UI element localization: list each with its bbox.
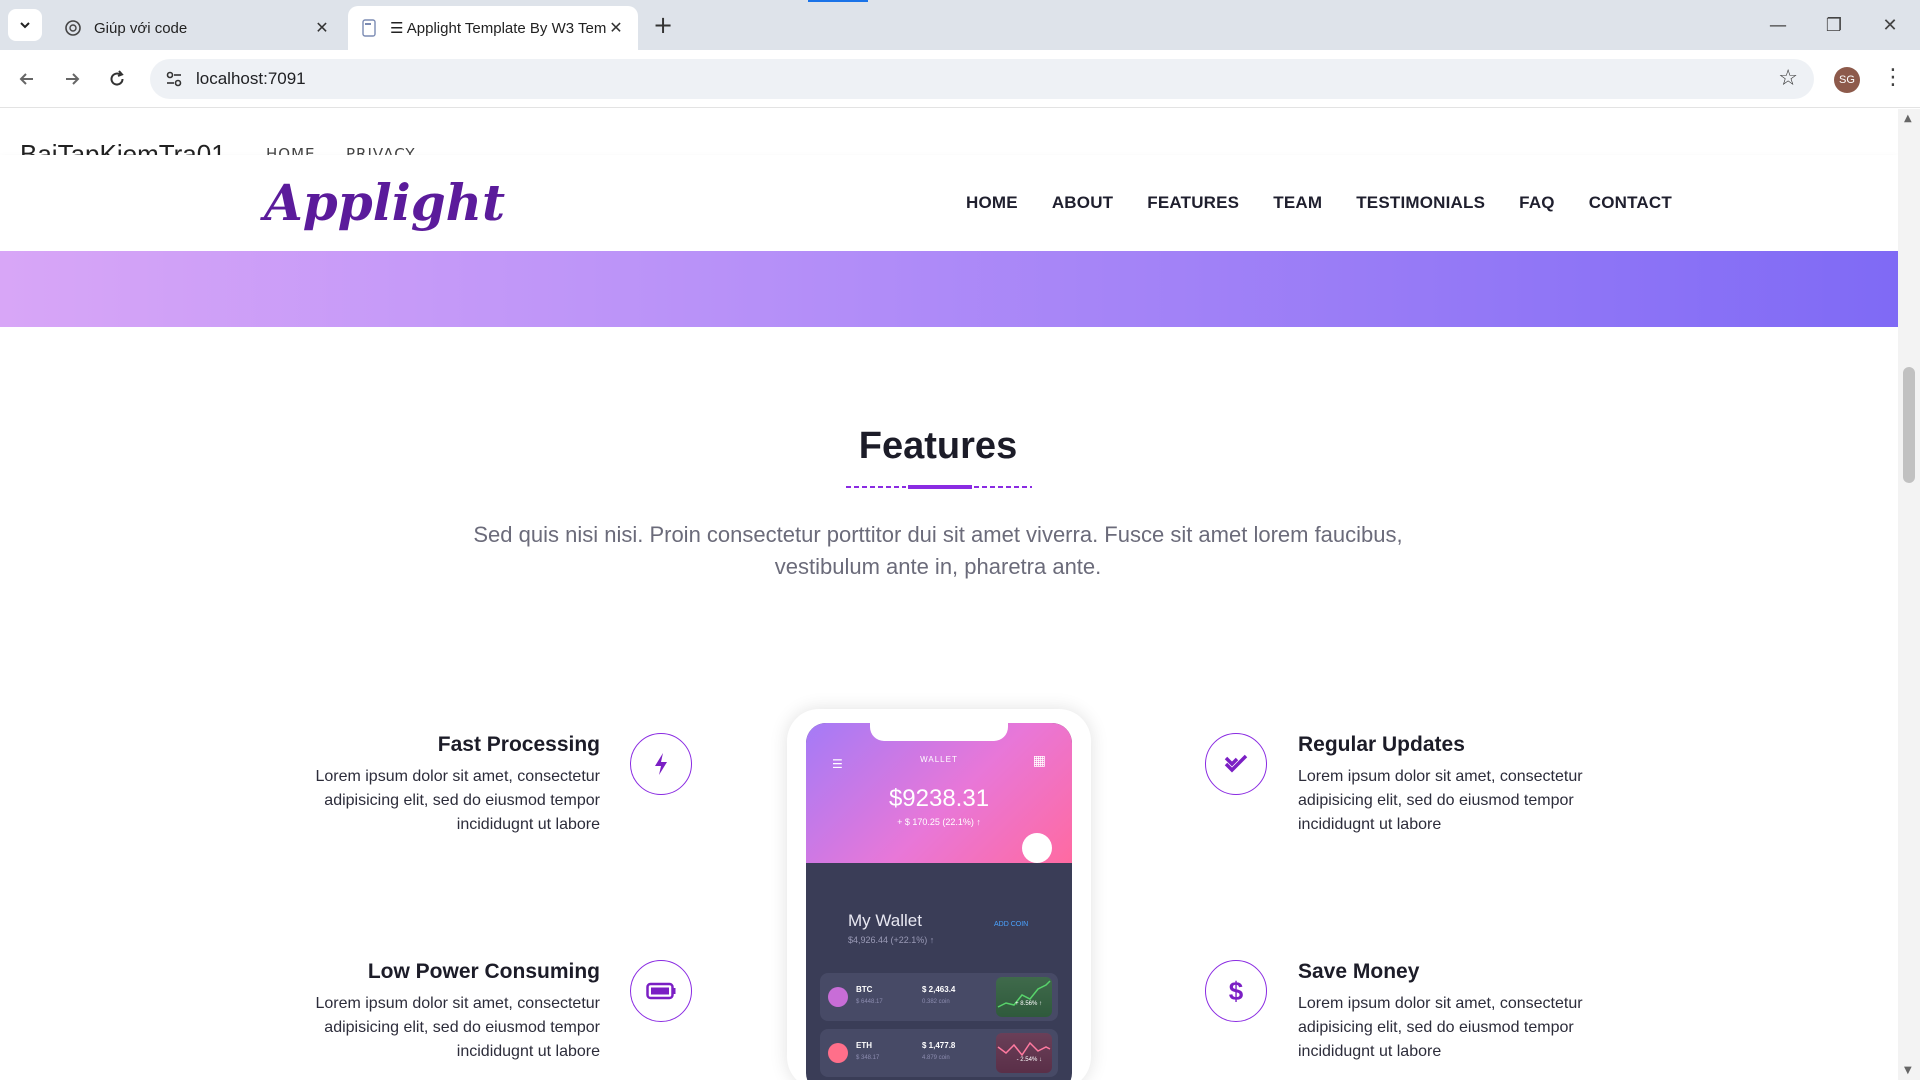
eth-sparkline [996, 1033, 1052, 1073]
battery-icon [630, 960, 692, 1022]
site-logo[interactable]: Applight [264, 173, 505, 232]
chatgpt-icon [65, 20, 81, 36]
bolt-icon [630, 733, 692, 795]
scroll-thumb[interactable] [1903, 367, 1915, 483]
tab-applight[interactable]: ☰ Applight Template By W3 Templates ✕ [348, 6, 638, 50]
coin-amount: 0.382 coin [922, 999, 950, 1005]
arrow-left-icon [19, 73, 33, 85]
coin-value: $ 1,477.8 [922, 1041, 956, 1050]
close-window-button[interactable]: ✕ [1862, 0, 1918, 50]
feature-text: Lorem ipsum dolor sit amet, consectetur … [1298, 768, 1583, 833]
url-text[interactable]: localhost:7091 [196, 69, 306, 89]
nav-testimonials[interactable]: TESTIMONIALS [1356, 193, 1485, 213]
tab-strip: Giúp với code ✕ ☰ Applight Template By W… [0, 0, 1920, 50]
close-tab-icon[interactable]: ✕ [606, 18, 626, 38]
wallet-balance: $9238.31 [888, 785, 990, 812]
coin-amount: 4.879 coin [922, 1055, 950, 1061]
btc-icon [828, 987, 848, 1007]
feature-title: Regular Updates [1298, 733, 1465, 756]
coin-name: ETH [856, 1041, 872, 1050]
coin-pct: + 8.56% ↑ [1015, 1001, 1042, 1007]
feature-text: Lorem ipsum dolor sit amet, consectetur … [315, 995, 600, 1060]
forward-button[interactable] [55, 62, 89, 96]
tab-title: Giúp với code [94, 19, 188, 37]
chevron-down-icon [20, 22, 30, 29]
restore-button[interactable]: ❐ [1806, 0, 1862, 50]
feature-title: Fast Processing [437, 733, 600, 756]
feature-fast-processing: Fast Processing Lorem ipsum dolor sit am… [260, 733, 600, 837]
close-tab-icon[interactable]: ✕ [312, 18, 332, 38]
loading-indicator [808, 0, 868, 2]
wallet-header: ☰ ▦ WALLET $9238.31 + $ 170.25 (22.1%) ↑ [806, 723, 1072, 863]
tab-title: ☰ Applight Template By W3 Templates [390, 20, 606, 37]
feature-title: Low Power Consuming [367, 960, 600, 983]
coin-row-eth: ETH $ 348.17 $ 1,477.8 4.879 coin - 2.54… [820, 1029, 1058, 1077]
minimize-button[interactable]: — [1750, 0, 1806, 50]
nav-faq[interactable]: FAQ [1519, 193, 1555, 213]
page-icon [362, 19, 376, 37]
underlying-navbar: BaiTapKiemTra01 HOME PRIVACY [0, 109, 1898, 169]
refresh-button [1022, 833, 1052, 863]
reload-button[interactable] [100, 62, 134, 96]
coin-value: $ 2,463.4 [922, 985, 956, 994]
double-check-icon [1205, 733, 1267, 795]
arrow-right-icon [66, 73, 80, 85]
tune-icon [166, 71, 182, 87]
site-info-button[interactable] [160, 65, 188, 93]
page-viewport: BaiTapKiemTra01 HOME PRIVACY Applight HO… [0, 109, 1898, 1080]
coin-sub: $ 6448.17 [856, 999, 883, 1005]
address-bar[interactable]: localhost:7091 ☆ [150, 59, 1814, 99]
tab-giup-voi-code[interactable]: Giúp với code ✕ [52, 6, 344, 50]
nav-features[interactable]: FEATURES [1147, 193, 1239, 213]
wallet-change: + $ 170.25 (22.1%) ↑ [897, 817, 981, 827]
phone-mockup: ☰ ▦ WALLET $9238.31 + $ 170.25 (22.1%) ↑… [787, 709, 1091, 1080]
browser-toolbar: localhost:7091 ☆ SG ⋮ [0, 50, 1920, 108]
btc-sparkline [996, 977, 1052, 1017]
dollar-icon: $ [1205, 960, 1267, 1022]
reload-icon [110, 70, 124, 86]
my-wallet-sub: $4,926.44 (+22.1%) ↑ [848, 935, 935, 945]
browser-menu-icon[interactable]: ⋮ [1882, 65, 1904, 90]
title-divider [846, 485, 1032, 489]
feature-title: Save Money [1298, 960, 1420, 983]
nav-team[interactable]: TEAM [1273, 193, 1322, 213]
coin-name: BTC [856, 985, 873, 994]
nav-about[interactable]: ABOUT [1052, 193, 1113, 213]
new-tab-button[interactable]: + [650, 11, 676, 39]
scroll-down-arrow[interactable]: ▼ [1904, 1065, 1912, 1076]
phone-screen: ☰ ▦ WALLET $9238.31 + $ 170.25 (22.1%) ↑… [806, 723, 1072, 1080]
nav-contact[interactable]: CONTACT [1589, 193, 1672, 213]
profile-avatar[interactable]: SG [1834, 67, 1860, 93]
page-scrollbar[interactable]: ▲ ▼ [1898, 109, 1920, 1080]
bookmark-star-icon[interactable]: ☆ [1778, 66, 1798, 91]
feature-text: Lorem ipsum dolor sit amet, consectetur … [1298, 995, 1583, 1060]
eth-icon [828, 1043, 848, 1063]
features-description: Sed quis nisi nisi. Proin consectetur po… [473, 522, 1403, 579]
features-title: Features [858, 425, 1018, 467]
feature-text: Lorem ipsum dolor sit amet, consectetur … [315, 768, 600, 833]
site-navbar: Applight HOME ABOUT FEATURES TEAM TESTIM… [0, 155, 1898, 251]
add-coin-label: ADD COIN [994, 921, 1029, 928]
feature-save-money: Save Money Lorem ipsum dolor sit amet, c… [1298, 960, 1638, 1064]
wallet-label: WALLET [920, 755, 958, 764]
hero-gradient-band [0, 251, 1898, 327]
tab-search-button[interactable] [8, 9, 42, 41]
scroll-up-arrow[interactable]: ▲ [1904, 113, 1912, 124]
nav-home[interactable]: HOME [966, 193, 1018, 213]
main-nav: HOME ABOUT FEATURES TEAM TESTIMONIALS FA… [966, 193, 1706, 213]
feature-regular-updates: Regular Updates Lorem ipsum dolor sit am… [1298, 733, 1638, 837]
my-wallet-title: My Wallet [848, 911, 922, 930]
phone-notch [870, 723, 1008, 741]
back-button[interactable] [10, 62, 44, 96]
coin-pct: - 2.54% ↓ [1016, 1057, 1042, 1063]
coin-sub: $ 348.17 [856, 1055, 880, 1061]
coin-row-btc: BTC $ 6448.17 $ 2,463.4 0.382 coin + 8.5… [820, 973, 1058, 1021]
feature-low-power: Low Power Consuming Lorem ipsum dolor si… [260, 960, 600, 1064]
